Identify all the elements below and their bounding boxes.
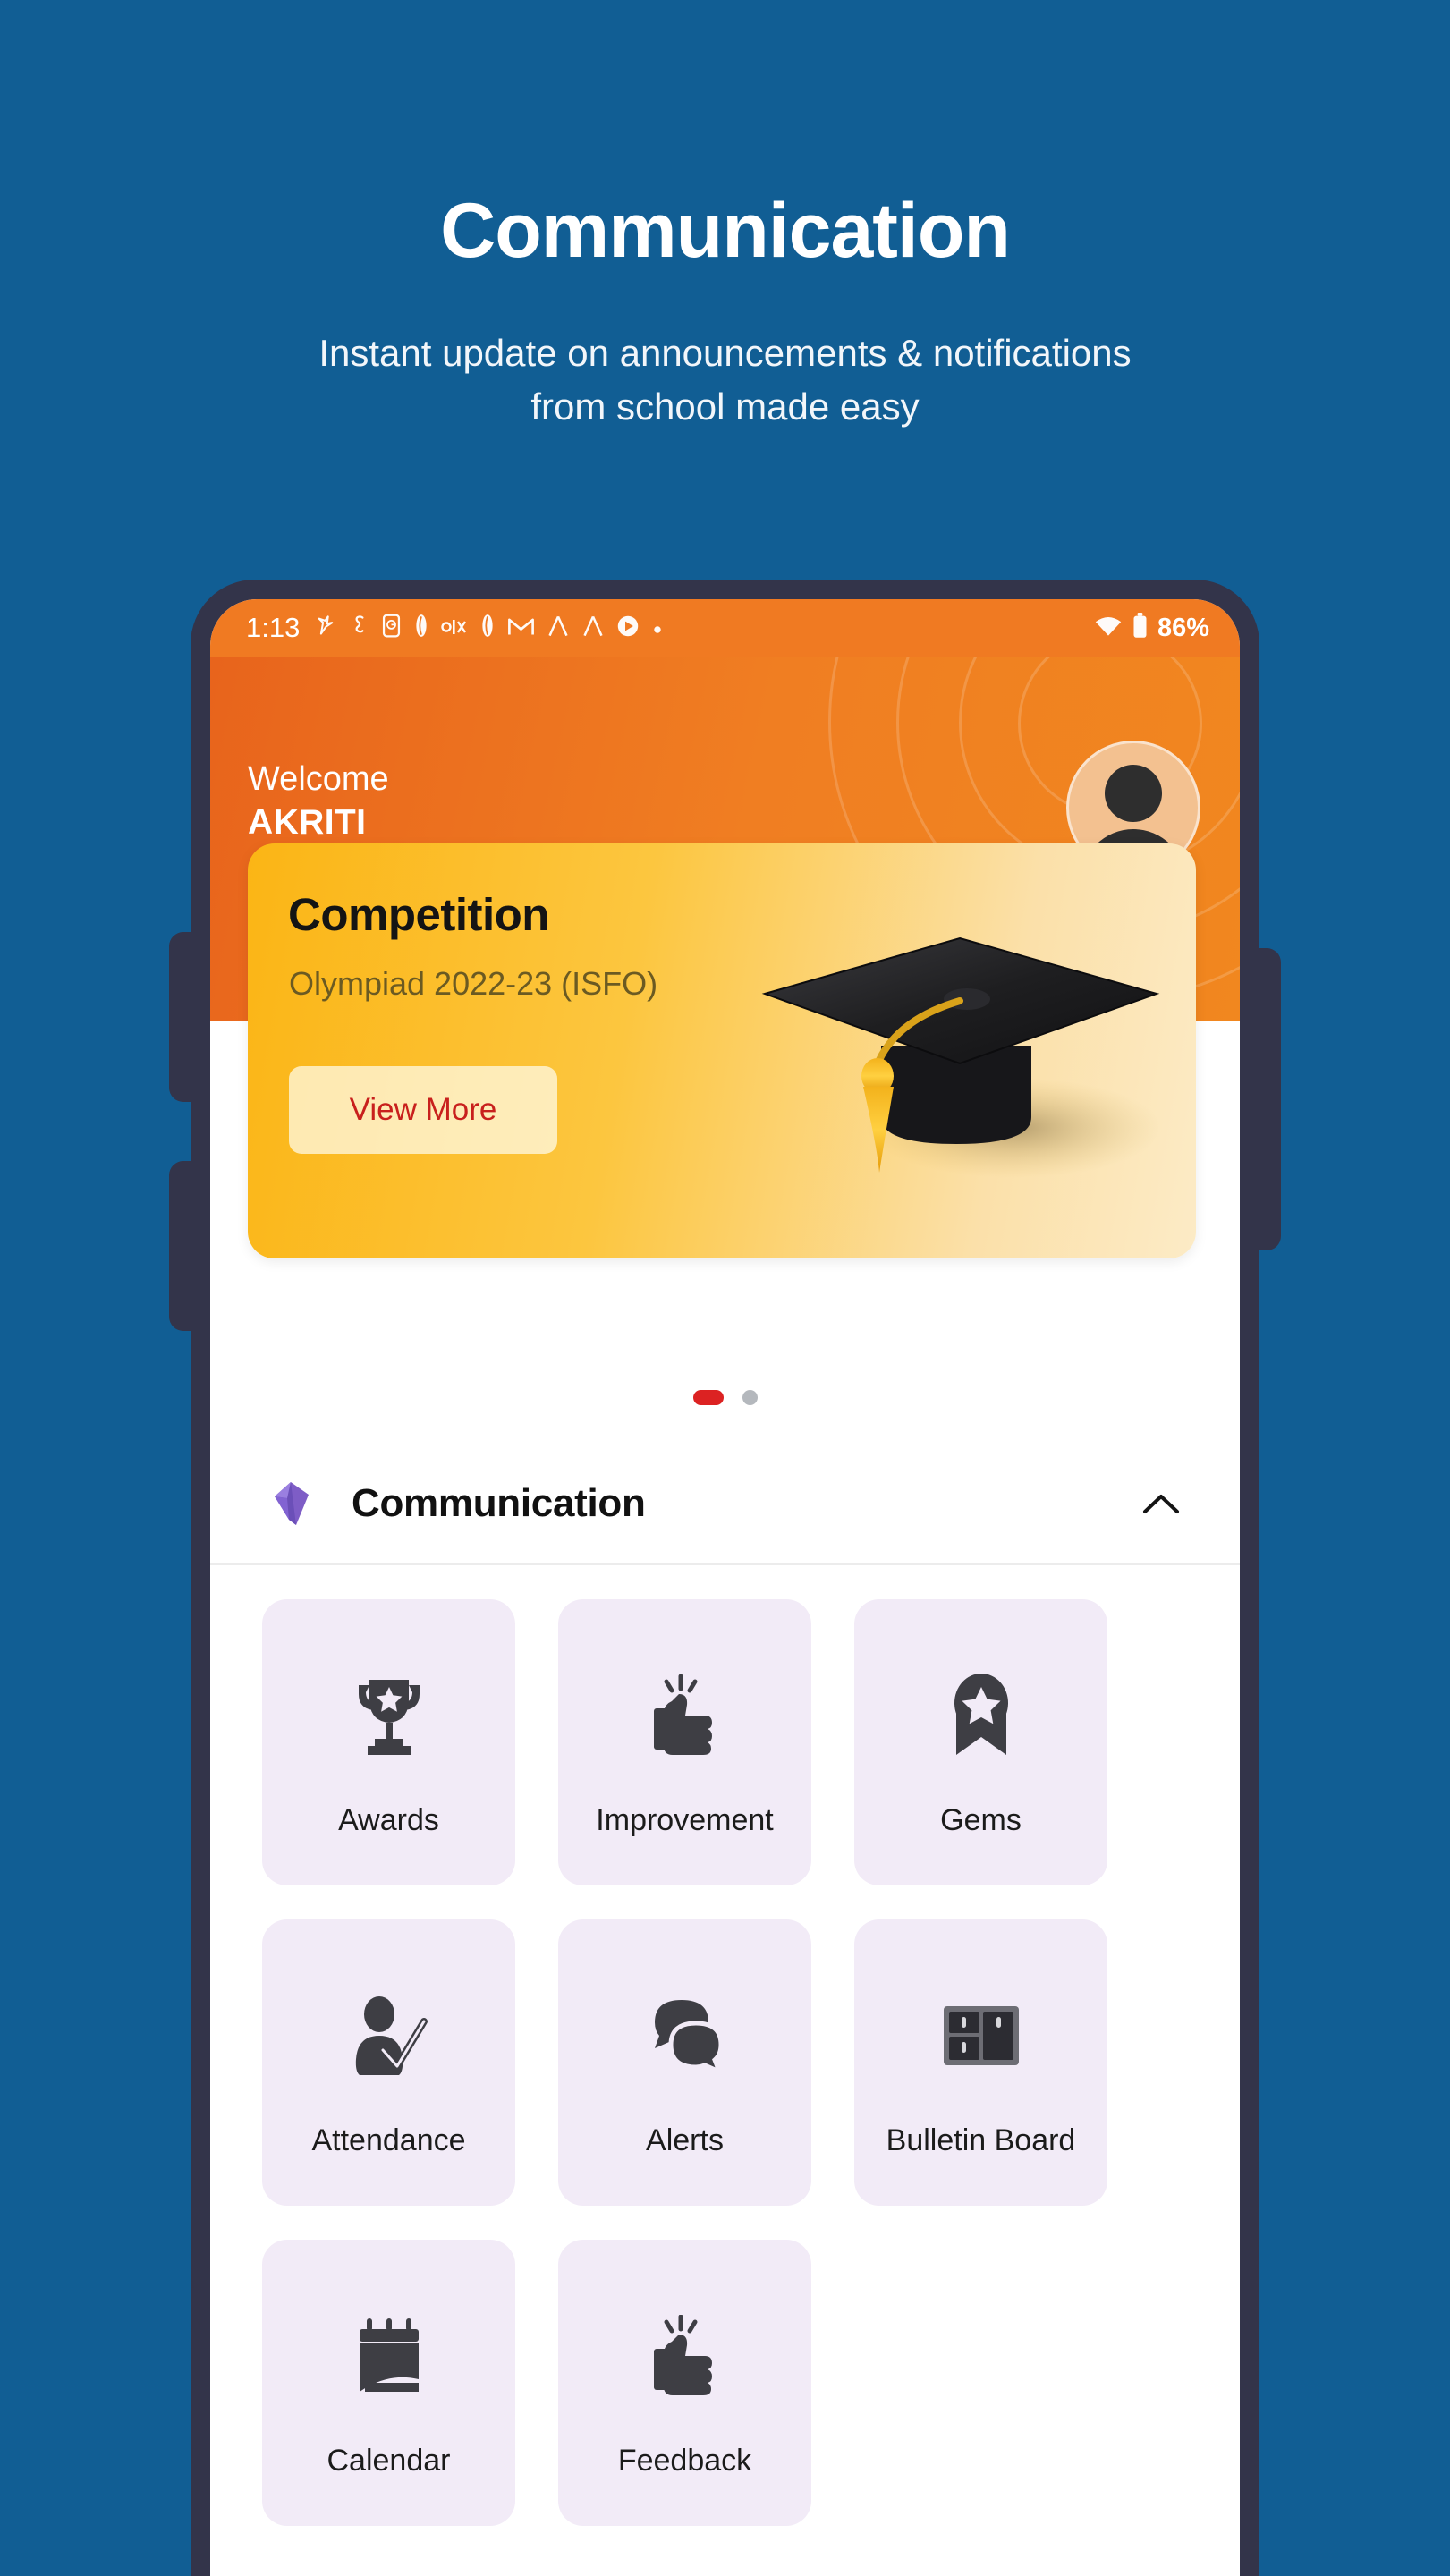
gmail-icon [507, 615, 535, 641]
person-check-icon [346, 1993, 432, 2079]
bulletin-board-icon [938, 1993, 1024, 2079]
section-header-communication[interactable]: Communication [210, 1444, 1240, 1565]
tile-label: Bulletin Board [886, 2123, 1076, 2157]
tile-label: Calendar [326, 2444, 451, 2478]
promo-card-title: Competition [288, 889, 549, 940]
tile-label: Alerts [646, 2123, 724, 2157]
volume-up-button[interactable] [169, 932, 196, 1102]
gem-icon [269, 1480, 312, 1527]
phone-screen: 1:13 86% Welcome AKRITI Competition Olym… [210, 599, 1240, 2576]
tile-awards[interactable]: Awards [262, 1599, 515, 1885]
carousel-dot-active[interactable] [692, 1390, 724, 1405]
welcome-label: Welcome [248, 760, 389, 798]
graduation-cap-image [745, 885, 1174, 1198]
tile-label: Improvement [596, 1803, 774, 1837]
chevron-up-icon[interactable] [1141, 1492, 1181, 1515]
promo-banner: Communication Instant update on announce… [0, 0, 1450, 433]
phone-frame: 1:13 86% Welcome AKRITI Competition Olym… [169, 580, 1281, 2576]
status-bar-clock: 1:13 [246, 612, 301, 643]
promo-card[interactable]: Competition Olympiad 2022-23 (ISFO) View… [248, 843, 1196, 1258]
carousel-dot-inactive[interactable] [742, 1390, 758, 1405]
tile-alerts[interactable]: Alerts [558, 1919, 811, 2206]
promo-subtitle-line2: from school made easy [530, 385, 920, 428]
person-avatar-icon [1105, 765, 1162, 822]
tile-bulletin-board[interactable]: Bulletin Board [854, 1919, 1107, 2206]
volume-down-button[interactable] [169, 1161, 196, 1331]
snapchat-icon [350, 614, 369, 642]
award-ribbon-icon [938, 1673, 1024, 1758]
tile-feedback[interactable]: Feedback [558, 2240, 811, 2526]
app-badge-icon [381, 614, 402, 642]
tile-label: Feedback [617, 2444, 752, 2478]
tile-label: Awards [338, 1803, 439, 1837]
feather-app-icon-2 [479, 614, 496, 642]
feather-app-icon [413, 614, 429, 642]
tile-grid: Awards Improvement Gems Attendance Alert… [210, 1599, 1240, 2526]
page-title: Communication [440, 188, 1011, 274]
status-bar: 1:13 86% [210, 599, 1240, 657]
speech-bubbles-icon [642, 1993, 728, 2079]
carousel-dots[interactable] [210, 1390, 1240, 1405]
trophy-icon [346, 1673, 432, 1758]
status-bar-system-icons: 86% [1094, 613, 1209, 643]
tile-improvement[interactable]: Improvement [558, 1599, 811, 1885]
welcome-block: Welcome AKRITI [248, 758, 389, 844]
arrow-app-icon-2 [581, 614, 605, 642]
tile-gems[interactable]: Gems [854, 1599, 1107, 1885]
olx-icon [441, 616, 468, 640]
arrow-app-icon [547, 614, 570, 642]
battery-icon [1132, 613, 1148, 643]
calendar-icon [346, 2313, 432, 2399]
dot-icon [651, 616, 664, 640]
notification-app-icon [314, 614, 338, 642]
tile-calendar[interactable]: Calendar [262, 2240, 515, 2526]
status-bar-notification-icons [314, 614, 1094, 642]
promo-subtitle: Instant update on announcements & notifi… [0, 269, 1450, 433]
tile-label: Gems [940, 1803, 1022, 1837]
tile-attendance[interactable]: Attendance [262, 1919, 515, 2206]
promo-subtitle-line1: Instant update on announcements & notifi… [318, 332, 1132, 374]
battery-percent-label: 86% [1157, 613, 1209, 642]
user-name-label: AKRITI [248, 802, 367, 842]
view-more-button[interactable]: View More [289, 1066, 557, 1154]
power-button[interactable] [1254, 948, 1281, 1250]
thumbs-up-icon [642, 2313, 728, 2399]
wifi-icon [1094, 614, 1123, 642]
section-title: Communication [352, 1481, 646, 1525]
play-icon [616, 614, 640, 642]
thumbs-up-icon [642, 1673, 728, 1758]
tile-label: Attendance [311, 2123, 466, 2157]
promo-card-subtitle: Olympiad 2022-23 (ISFO) [289, 965, 658, 1002]
